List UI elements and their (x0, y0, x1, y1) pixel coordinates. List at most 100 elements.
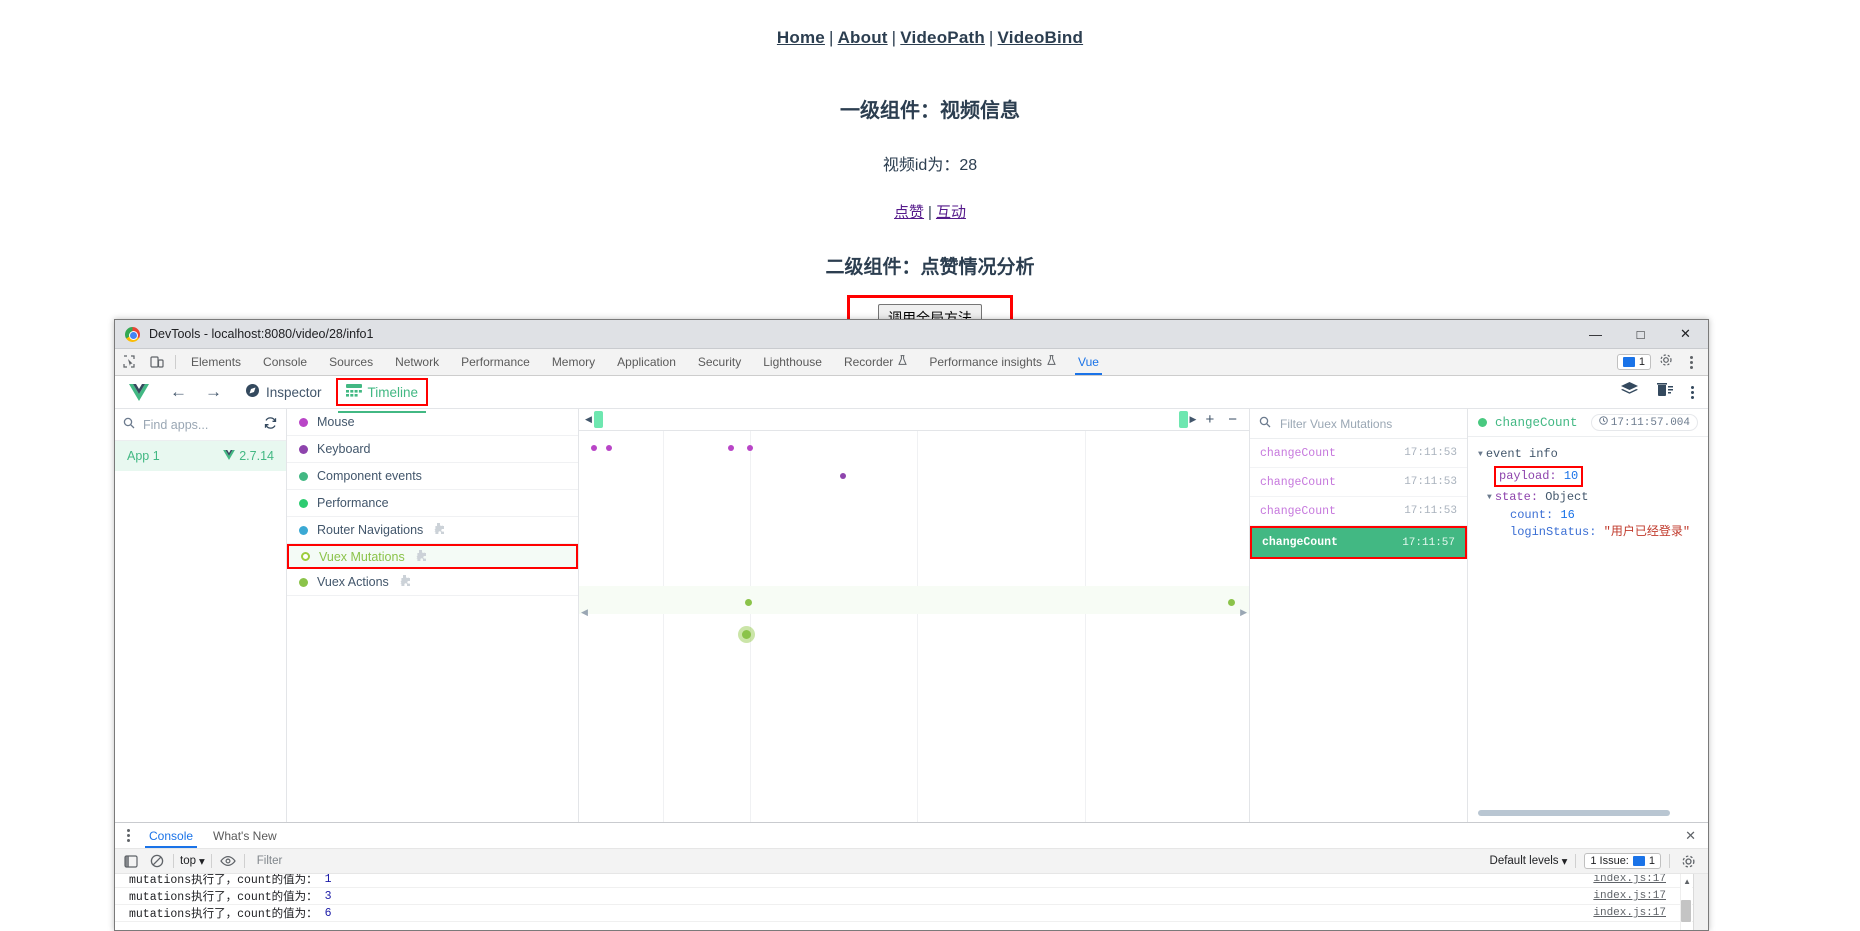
console-levels-selector[interactable]: Default levels ▾ (1490, 854, 1568, 868)
console-filter-input[interactable] (254, 854, 555, 868)
sub-link-interact[interactable]: 互动 (936, 204, 966, 221)
tab-application[interactable]: Application (606, 349, 687, 375)
tab-sources[interactable]: Sources (318, 349, 384, 375)
nav-link-about[interactable]: About (838, 28, 888, 47)
drawer-tab-console[interactable]: Console (139, 823, 203, 848)
timeline-canvas[interactable]: ◀ ▶ (579, 431, 1249, 822)
console-sidebar-toggle-icon[interactable] (121, 852, 141, 870)
web-page: Home | About | VideoPath | VideoBind 一级组件：视频信息… (0, 0, 1860, 341)
minimize-icon[interactable]: — (1573, 320, 1618, 348)
drawer-more-options-icon[interactable] (115, 829, 139, 842)
tab-console[interactable]: Console (252, 349, 318, 375)
console-log-row[interactable]: mutations执行了，count的值为： 6 index.js:17 (115, 905, 1708, 922)
plugin-puzzle-icon (398, 574, 411, 590)
layer-color-dot (299, 444, 308, 454)
layer-row-vuex-actions[interactable]: Vuex Actions (287, 569, 578, 596)
timeline-scroll-right-icon[interactable]: ▶ (1240, 607, 1247, 618)
back-arrow-icon[interactable]: ← (161, 382, 196, 402)
layers-icon[interactable] (1621, 382, 1638, 402)
console-log-list[interactable]: mutations执行了，count的值为： 1 index.js:17 mut… (115, 874, 1708, 930)
tab-elements[interactable]: Elements (180, 349, 252, 375)
sub-link-like[interactable]: 点赞 (894, 204, 924, 221)
tab-vue[interactable]: Vue (1067, 349, 1110, 375)
tab-lighthouse[interactable]: Lighthouse (752, 349, 833, 375)
mutation-row[interactable]: changeCount 17:11:53 (1250, 468, 1467, 497)
mutation-row[interactable]: changeCount 17:11:53 (1250, 497, 1467, 526)
close-icon[interactable]: ✕ (1663, 320, 1708, 348)
console-scrollbar-thumb[interactable] (1681, 900, 1691, 922)
timeline-icon (345, 384, 362, 400)
devtools-more-options-icon[interactable] (1681, 355, 1702, 369)
tab-performance[interactable]: Performance (450, 349, 541, 375)
tab-network[interactable]: Network (384, 349, 450, 375)
apps-pane: App 1 2.7.14 (115, 409, 287, 822)
app-list-item-app1[interactable]: App 1 2.7.14 (115, 441, 286, 471)
forward-arrow-icon[interactable]: → (196, 382, 231, 402)
live-expression-eye-icon[interactable] (218, 852, 238, 870)
console-settings-gear-icon[interactable] (1678, 852, 1698, 870)
flask-icon (898, 355, 908, 369)
timeline-ruler[interactable]: ◀ ▶ + − (579, 409, 1249, 431)
search-icon (123, 416, 135, 434)
tab-memory[interactable]: Memory (541, 349, 606, 375)
layer-row-mouse[interactable]: Mouse (287, 409, 578, 436)
layer-color-dot (301, 552, 310, 561)
apps-search-row (115, 409, 286, 441)
maximize-icon[interactable]: □ (1618, 320, 1663, 348)
state-key: state: (1494, 490, 1539, 504)
drawer-tab-whats-new[interactable]: What's New (203, 823, 287, 848)
tab-recorder-label: Recorder (843, 355, 894, 369)
console-log-row[interactable]: mutations执行了，count的值为： 1 index.js:17 (115, 874, 1708, 888)
timeline-event-dot[interactable] (591, 445, 598, 451)
console-context-selector[interactable]: top ▾ (180, 854, 205, 868)
mutations-filter-input[interactable] (1278, 415, 1428, 432)
find-apps-input[interactable] (141, 416, 239, 433)
inspector-horizontal-scrollbar[interactable] (1478, 810, 1670, 816)
clear-console-icon[interactable] (147, 852, 167, 870)
nav-link-videobind[interactable]: VideoBind (998, 28, 1084, 47)
layer-row-router-navigations[interactable]: Router Navigations (287, 517, 578, 544)
tab-recorder[interactable]: Recorder (833, 349, 918, 375)
timeline-range-start-handle[interactable] (593, 411, 603, 428)
device-toolbar-icon[interactable] (143, 349, 171, 375)
timeline-event-dot[interactable] (728, 445, 735, 451)
timeline-scroll-left-icon[interactable]: ◀ (581, 607, 588, 618)
mutation-row[interactable]: changeCount 17:11:53 (1250, 439, 1467, 468)
refresh-icon[interactable] (263, 416, 278, 433)
layer-row-performance[interactable]: Performance (287, 490, 578, 517)
clear-timeline-icon[interactable] (1656, 382, 1673, 402)
console-issues-badge[interactable]: 1 Issue: 1 (1584, 853, 1661, 869)
scroll-left-icon[interactable]: ◀ (583, 414, 594, 425)
vue-tab-timeline[interactable]: Timeline (335, 378, 429, 413)
scroll-up-icon[interactable]: ▲ (1683, 877, 1691, 886)
event-info-section[interactable]: ▼ event info (1478, 446, 1708, 464)
zoom-in-button[interactable]: + (1198, 411, 1221, 428)
zoom-out-button[interactable]: − (1221, 411, 1249, 428)
timeline-event-dot[interactable] (746, 445, 753, 451)
layer-row-vuex-mutations[interactable]: Vuex Mutations (287, 544, 578, 569)
layer-row-component-events[interactable]: Component events (287, 463, 578, 490)
tab-security[interactable]: Security (687, 349, 752, 375)
inspect-element-icon[interactable] (115, 349, 143, 375)
mutation-row-selected[interactable]: changeCount 17:11:57 (1252, 528, 1465, 557)
nav-link-home[interactable]: Home (777, 28, 825, 47)
timeline-event-dot[interactable] (1227, 599, 1235, 606)
timeline-event-dot[interactable] (605, 445, 612, 451)
layer-row-keyboard[interactable]: Keyboard (287, 436, 578, 463)
vue-logo-icon (129, 383, 149, 401)
issues-badge[interactable]: 1 (1616, 354, 1651, 370)
timeline-event-dot[interactable] (840, 473, 847, 479)
app-version-label: 2.7.14 (239, 449, 274, 463)
scroll-right-icon[interactable]: ▶ (1188, 414, 1199, 425)
vue-small-logo-icon (223, 449, 236, 463)
drawer-close-icon[interactable]: ✕ (1673, 828, 1708, 844)
window-controls: — □ ✕ (1573, 320, 1708, 348)
vue-more-options-icon[interactable] (1691, 385, 1694, 399)
state-row[interactable]: ▼ state: Object (1478, 489, 1708, 507)
nav-link-videopath[interactable]: VideoPath (900, 28, 985, 47)
vue-tab-inspector[interactable]: Inspector (237, 379, 330, 405)
timeline-range-end-handle[interactable] (1178, 411, 1188, 428)
tab-performance-insights[interactable]: Performance insights (918, 349, 1067, 375)
console-log-row[interactable]: mutations执行了，count的值为： 3 index.js:17 (115, 888, 1708, 905)
settings-gear-icon[interactable] (1651, 353, 1681, 372)
